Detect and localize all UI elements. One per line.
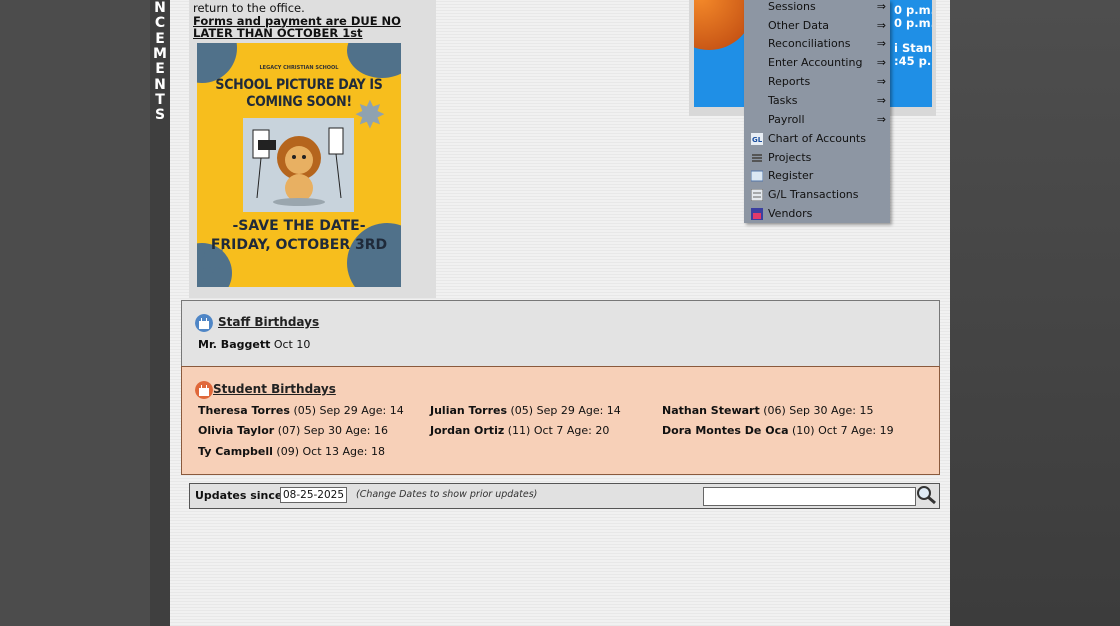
menu-item-label: Projects bbox=[768, 151, 812, 164]
menu-item-other-data[interactable]: Other Data ⇒ bbox=[744, 17, 890, 35]
birthday-cake-icon bbox=[195, 314, 213, 332]
menu-item-label: G/L Transactions bbox=[768, 188, 859, 201]
banner-letter: T bbox=[155, 92, 165, 108]
birthday-name: Theresa Torres bbox=[198, 404, 290, 417]
menu-item-label: Reconciliations bbox=[768, 37, 851, 50]
list-item: Nathan Stewart (06) Sep 30 Age: 15 bbox=[662, 404, 874, 417]
gl-transactions-icon bbox=[751, 189, 763, 201]
birthday-detail: (10) Oct 7 Age: 19 bbox=[792, 424, 894, 437]
due-date-notice: Forms and payment are DUE NO LATER THAN … bbox=[193, 13, 401, 40]
svg-text:GL: GL bbox=[752, 136, 763, 144]
save-date-line: FRIDAY, OCTOBER 3RD bbox=[210, 237, 388, 253]
poster-headline: SCHOOL PICTURE DAY IS COMING SOON! bbox=[215, 77, 383, 110]
event-time-text: i Stand bbox=[894, 41, 932, 55]
submenu-arrow-icon: ⇒ bbox=[876, 37, 886, 50]
updates-since-label: Updates since: bbox=[195, 489, 287, 502]
menu-item-sessions[interactable]: Sessions ⇒ bbox=[744, 0, 890, 16]
menu-item-label: Vendors bbox=[768, 207, 813, 220]
birthday-name: Nathan Stewart bbox=[662, 404, 760, 417]
menu-item-tasks[interactable]: Tasks ⇒ bbox=[744, 92, 890, 110]
menu-item-projects[interactable]: Projects bbox=[744, 149, 890, 167]
picture-day-poster[interactable]: ✸ ✸ LEGACY CHRISTIAN SCHOOL SCHOOL PICTU… bbox=[197, 43, 401, 287]
save-date-line: -SAVE THE DATE- bbox=[232, 218, 366, 234]
banner-letter: N bbox=[154, 77, 166, 93]
lion-mascot-image bbox=[243, 118, 354, 212]
poster-school: LEGACY CHRISTIAN SCHOOL bbox=[259, 65, 339, 71]
student-birthdays-title[interactable]: Student Birthdays bbox=[213, 382, 336, 396]
banner-letter: M bbox=[153, 46, 167, 62]
chart-of-accounts-icon: GL bbox=[751, 133, 763, 145]
birthday-detail: (05) Sep 29 Age: 14 bbox=[293, 404, 404, 417]
menu-item-chart-of-accounts[interactable]: GL Chart of Accounts bbox=[744, 130, 890, 148]
list-item: Julian Torres (05) Sep 29 Age: 14 bbox=[430, 404, 621, 417]
birthday-name: Mr. Baggett bbox=[198, 338, 271, 351]
projects-icon bbox=[752, 154, 762, 162]
menu-item-label: Chart of Accounts bbox=[768, 132, 866, 145]
list-item: Olivia Taylor (07) Sep 30 Age: 16 bbox=[198, 424, 388, 437]
list-item: Dora Montes De Oca (10) Oct 7 Age: 19 bbox=[662, 424, 894, 437]
submenu-arrow-icon: ⇒ bbox=[876, 75, 886, 88]
updates-bar: Updates since: 08-25-2025 (Change Dates … bbox=[189, 483, 940, 509]
updates-hint: (Change Dates to show prior updates) bbox=[356, 489, 538, 500]
birthday-detail: (11) Oct 7 Age: 20 bbox=[507, 424, 610, 437]
birthday-detail: (05) Sep 29 Age: 14 bbox=[510, 404, 621, 417]
banner-letter: E bbox=[155, 61, 165, 77]
menu-item-vendors[interactable]: Vendors bbox=[744, 205, 890, 223]
list-item: Mr. Baggett Oct 10 bbox=[198, 338, 310, 351]
list-item: Jordan Ortiz (11) Oct 7 Age: 20 bbox=[430, 424, 609, 437]
banner-letter: S bbox=[154, 107, 166, 123]
staff-birthdays-title[interactable]: Staff Birthdays bbox=[218, 315, 319, 329]
menu-item-reconciliations[interactable]: Reconciliations ⇒ bbox=[744, 35, 890, 53]
register-icon bbox=[751, 170, 763, 182]
menu-item-payroll[interactable]: Payroll ⇒ bbox=[744, 111, 890, 129]
menu-item-label: Tasks bbox=[768, 94, 798, 107]
event-time-text: 0 p.m. bbox=[894, 16, 932, 30]
announcement-text: return to the office. Forms and payment … bbox=[193, 2, 433, 40]
submenu-arrow-icon: ⇒ bbox=[876, 94, 886, 107]
menu-item-label: Sessions bbox=[768, 0, 816, 13]
banner-letter: N bbox=[154, 0, 166, 16]
student-birthdays-section: Student Birthdays Theresa Torres (05) Se… bbox=[181, 366, 940, 475]
submenu-arrow-icon: ⇒ bbox=[876, 113, 886, 126]
menu-item-gl-transactions[interactable]: G/L Transactions bbox=[744, 186, 890, 204]
staff-birthdays-section: Staff Birthdays Mr. Baggett Oct 10 bbox=[181, 300, 940, 367]
poster-decor bbox=[347, 43, 401, 78]
birthday-name: Julian Torres bbox=[430, 404, 508, 417]
vendors-icon bbox=[751, 208, 763, 220]
accounting-dropdown-menu: Sessions ⇒ Other Data ⇒ Reconciliations ⇒ E… bbox=[744, 0, 890, 223]
list-item: Ty Campbell (09) Oct 13 Age: 18 bbox=[198, 445, 385, 458]
birthday-name: Ty Campbell bbox=[198, 445, 273, 458]
menu-item-label: Enter Accounting bbox=[768, 56, 863, 69]
birthday-detail: Oct 10 bbox=[273, 338, 311, 351]
menu-item-enter-accounting[interactable]: Enter Accounting ⇒ bbox=[744, 54, 890, 72]
submenu-arrow-icon: ⇒ bbox=[876, 19, 886, 32]
submenu-arrow-icon: ⇒ bbox=[876, 56, 886, 69]
updates-date-field[interactable]: 08-25-2025 bbox=[280, 487, 347, 503]
menu-item-reports[interactable]: Reports ⇒ bbox=[744, 73, 890, 91]
menu-item-label: Register bbox=[768, 169, 814, 182]
menu-item-label: Reports bbox=[768, 75, 811, 88]
menu-item-register[interactable]: Register bbox=[744, 167, 890, 185]
banner-letter: C bbox=[154, 15, 166, 31]
search-icon[interactable] bbox=[915, 485, 937, 505]
birthday-detail: (06) Sep 30 Age: 15 bbox=[763, 404, 874, 417]
left-background bbox=[0, 0, 150, 626]
list-item: Theresa Torres (05) Sep 29 Age: 14 bbox=[198, 404, 404, 417]
birthday-name: Jordan Ortiz bbox=[430, 424, 505, 437]
birthday-name: Olivia Taylor bbox=[198, 424, 275, 437]
submenu-arrow-icon: ⇒ bbox=[876, 0, 886, 13]
birthday-detail: (09) Oct 13 Age: 18 bbox=[276, 445, 385, 458]
birthday-cake-icon bbox=[195, 381, 213, 399]
event-time-text: :45 p.m. bbox=[894, 54, 932, 68]
poster-save-date: -SAVE THE DATE- FRIDAY, OCTOBER 3RD bbox=[197, 217, 401, 255]
search-input[interactable] bbox=[703, 487, 916, 506]
right-background bbox=[950, 0, 1120, 626]
menu-item-label: Payroll bbox=[768, 113, 805, 126]
birthday-name: Dora Montes De Oca bbox=[662, 424, 789, 437]
event-time-text: 0 p.m. bbox=[894, 3, 932, 17]
birthday-detail: (07) Sep 30 Age: 16 bbox=[277, 424, 388, 437]
menu-item-label: Other Data bbox=[768, 19, 829, 32]
banner-letter: E bbox=[155, 31, 165, 47]
